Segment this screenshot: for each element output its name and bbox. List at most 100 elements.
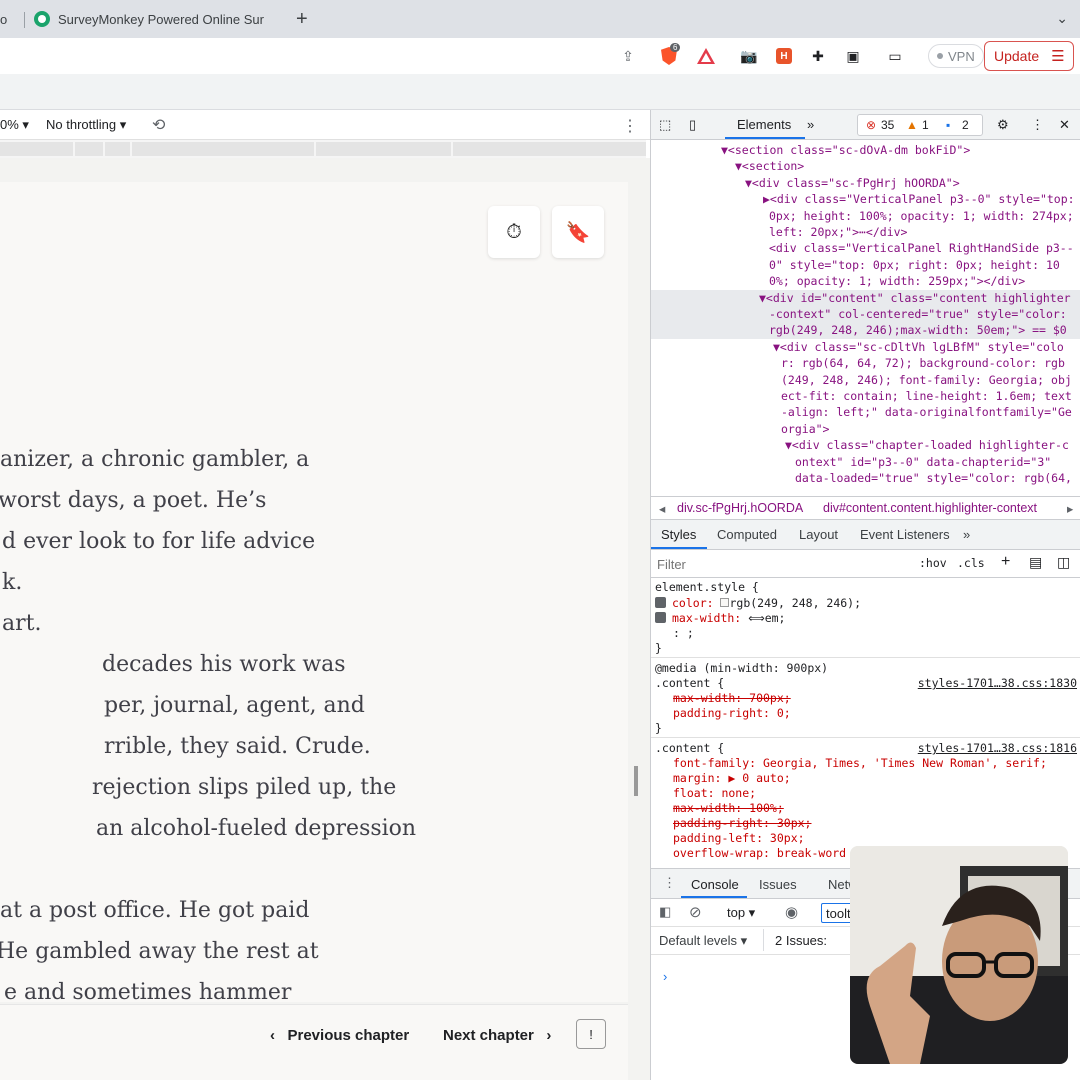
brave-rewards-icon[interactable] (697, 47, 715, 65)
dom-node-line[interactable]: ▼<section class="sc-dOvA-dm bokFiD"> (721, 142, 970, 158)
zoom-select[interactable]: 0% ▾ (0, 117, 29, 133)
dom-node-line[interactable]: ▼<div class="chapter-loaded highlighter-… (785, 437, 1069, 453)
decl-font-family[interactable]: font-family: Georgia, Times, 'Times New … (673, 756, 1047, 771)
tab-title: SurveyMonkey Powered Online Sur (58, 11, 264, 27)
console-tab-indicator (681, 896, 747, 898)
dom-node-line[interactable]: -align: left;" data-originalfontfamily="… (781, 404, 1072, 420)
chapter-text-line: e and sometimes hammer (4, 980, 292, 1005)
log-levels-select[interactable]: Default levels ▾ (659, 933, 747, 949)
tab-issues[interactable]: Issues (759, 877, 797, 892)
device-toggle-icon[interactable]: ▯ (689, 117, 696, 133)
next-chapter-button[interactable]: Next chapter › (443, 1027, 551, 1044)
eye-icon[interactable]: ◉ (785, 903, 798, 921)
context-select[interactable]: top ▾ (727, 905, 755, 921)
dom-node-line[interactable]: <div class="VerticalPanel RightHandSide … (769, 240, 1074, 256)
dom-node-line[interactable]: rgb(249, 248, 246);max-width: 50em;"> ==… (769, 322, 1067, 338)
tab-computed[interactable]: Computed (717, 527, 777, 542)
source-link[interactable]: styles-1701…38.css:1830 (918, 676, 1077, 691)
camera-icon[interactable]: 📷 (740, 47, 758, 65)
reader-page: ⏱ 🔖 anizer, a chronic gambler, a worst da… (0, 182, 628, 1005)
decl-new[interactable]: : ; (673, 626, 694, 641)
resize-handle[interactable] (634, 766, 638, 796)
settings-gear-icon[interactable]: ⚙ (997, 117, 1009, 133)
dom-node-line[interactable]: r: rgb(64, 64, 72); background-color: rg… (781, 355, 1065, 371)
prop-name: color: (672, 596, 714, 610)
class-toggle[interactable]: .cls (957, 556, 985, 570)
decl-margin[interactable]: margin: ▶ 0 auto; (673, 771, 791, 786)
timer-icon[interactable]: ⏱ (488, 206, 540, 258)
decl-color[interactable]: color: rgb(249, 248, 246); (655, 596, 861, 611)
dom-node-line[interactable]: ▼<div class="sc-cDltVh lgLBfM" style="co… (773, 339, 1064, 355)
decl-overflow-wrap[interactable]: overflow-wrap: break-word (673, 846, 846, 861)
inspect-element-icon[interactable]: ⬚ (659, 117, 671, 133)
more-options-icon[interactable]: ⋮ (622, 116, 638, 136)
brave-shield-icon[interactable]: 6 (660, 43, 681, 65)
tab-previous[interactable]: o (0, 0, 24, 38)
tab-event-listeners[interactable]: Event Listeners (860, 527, 950, 542)
issues-count[interactable]: 2 Issues: (775, 933, 827, 948)
drawer-menu-icon[interactable]: ⋮ (663, 875, 676, 891)
dom-node-line[interactable]: data-loaded="true" style="color: rgb(64, (795, 470, 1072, 486)
tab-surveymonkey[interactable]: SurveyMonkey Powered Online Sur (26, 0, 282, 38)
sidebar-icon[interactable]: ◧ (659, 904, 671, 920)
clear-console-icon[interactable]: ⊘ (689, 903, 702, 921)
bookmark-icon[interactable]: 🔖 (552, 206, 604, 258)
dom-node-line[interactable]: 0" style="top: 0px; right: 0px; height: … (769, 257, 1060, 273)
breadcrumb-item-1[interactable]: div.sc-fPgHrj.hOORDA (677, 501, 803, 515)
styles-filter-input[interactable] (657, 554, 857, 574)
checkbox-icon[interactable] (655, 597, 666, 608)
divider (651, 737, 1080, 738)
dom-node-line[interactable]: ▼<section> (735, 158, 804, 174)
extension-h-icon[interactable]: H (775, 47, 793, 65)
crumb-right-arrow-icon[interactable]: ▸ (1067, 501, 1073, 516)
dom-node-line[interactable]: ▶<div class="VerticalPanel p3--0" style=… (763, 191, 1075, 207)
tab-console[interactable]: Console (691, 877, 739, 892)
decl-max-width-overridden[interactable]: max-width: 700px; (673, 691, 791, 706)
decl-max-width[interactable]: max-width: ⟺em; (655, 611, 785, 626)
throttling-select[interactable]: No throttling ▾ (46, 117, 126, 133)
comment-icon[interactable]: ! (576, 1019, 606, 1049)
dom-node-line[interactable]: (249, 248, 246); font-family: Georgia; o… (781, 372, 1072, 388)
source-link[interactable]: styles-1701…38.css:1816 (918, 741, 1077, 756)
previous-chapter-button[interactable]: ‹ Previous chapter (270, 1027, 409, 1044)
sidebar-toggle-icon[interactable]: ◫ (1057, 554, 1070, 571)
tab-elements[interactable]: Elements (737, 117, 791, 132)
tab-layout[interactable]: Layout (799, 527, 838, 542)
more-tabs-icon[interactable]: » (807, 117, 814, 132)
share-icon[interactable]: ⇪ (619, 47, 637, 65)
close-icon[interactable]: ✕ (1059, 117, 1070, 133)
issue-counter[interactable]: ⊗ 35 ▲ 1 ▪ 2 (857, 114, 983, 136)
chevron-down-icon[interactable]: ⌄ (1056, 10, 1068, 27)
more-tabs-icon[interactable]: » (963, 527, 970, 542)
dom-node-line[interactable]: 0%; opacity: 1; width: 259px;"></div> (769, 273, 1025, 289)
extensions-puzzle-icon[interactable]: ✚ (809, 47, 827, 65)
sidebar-toggle-icon[interactable]: ▣ (844, 47, 862, 65)
console-prompt-icon[interactable]: › (663, 969, 667, 984)
devtools-menu-icon[interactable]: ⋮ (1031, 117, 1044, 133)
dom-node-line[interactable]: ontext" id="p3--0" data-chapterid="3" (795, 454, 1051, 470)
checkbox-icon[interactable] (655, 612, 666, 623)
dom-node-line[interactable]: 0px; height: 100%; opacity: 1; width: 27… (769, 208, 1074, 224)
crumb-left-arrow-icon[interactable]: ◂ (659, 501, 665, 516)
update-button[interactable]: Update ☰ (984, 41, 1074, 71)
decl-float[interactable]: float: none; (673, 786, 756, 801)
vpn-button[interactable]: VPN (928, 44, 984, 68)
breadcrumb-item-2[interactable]: div#content.content.highlighter-context (823, 501, 1037, 515)
wallet-icon[interactable]: ▭ (886, 47, 904, 65)
paint-icon[interactable]: ▤ (1029, 554, 1042, 571)
tab-styles[interactable]: Styles (661, 527, 696, 542)
dom-node-line[interactable]: ect-fit: contain; line-height: 1.6em; te… (781, 388, 1072, 404)
add-rule-icon[interactable]: + (1001, 553, 1010, 571)
rotate-icon[interactable]: ⟲ (152, 115, 165, 135)
dom-node-line[interactable]: ▼<div id="content" class="content highli… (759, 290, 1071, 306)
hover-state-toggle[interactable]: :hov (919, 556, 947, 570)
dom-node-line[interactable]: -context" col-centered="true" style="col… (769, 306, 1067, 322)
new-tab-button[interactable]: + (296, 8, 308, 31)
dom-node-line[interactable]: orgia"> (781, 421, 829, 437)
dom-node-line[interactable]: left: 20px;">⋯</div> (769, 224, 907, 240)
decl-padding-right-30[interactable]: padding-right: 30px; (673, 816, 811, 831)
decl-max-width-100[interactable]: max-width: 100%; (673, 801, 784, 816)
decl-padding-left[interactable]: padding-left: 30px; (673, 831, 805, 846)
dom-node-line[interactable]: ▼<div class="sc-fPgHrj hOORDA"> (745, 175, 960, 191)
decl-padding-right[interactable]: padding-right: 0; (673, 706, 791, 721)
